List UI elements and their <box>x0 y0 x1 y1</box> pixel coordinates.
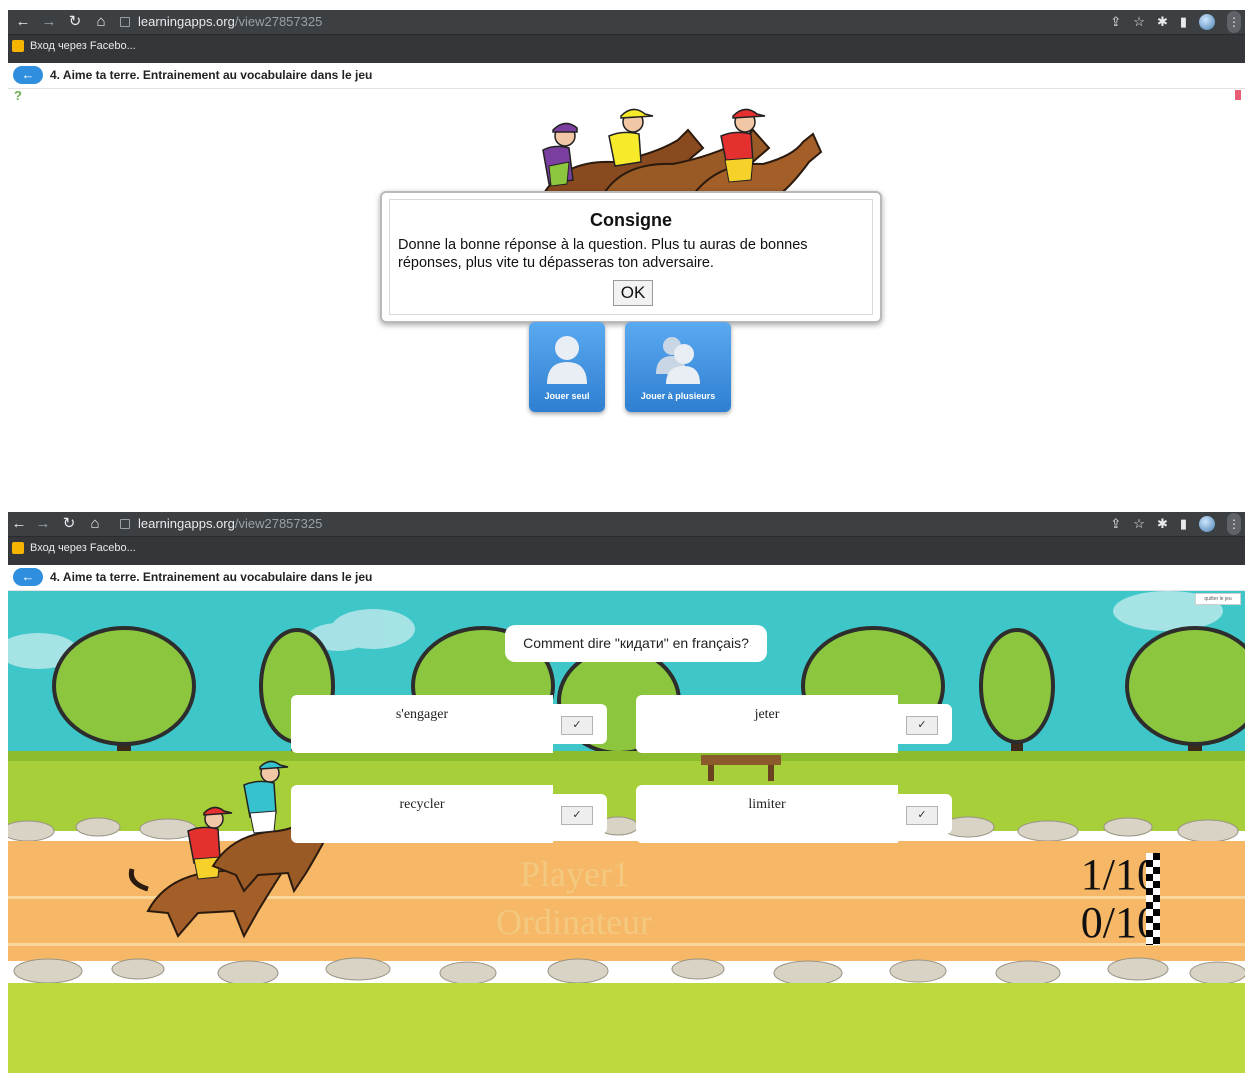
share-icon[interactable]: ⇪ <box>1110 516 1121 532</box>
reload-icon[interactable]: ↻ <box>66 12 84 32</box>
toolbar-icons: ⇪ ☆ ✱ ▮ ⋮ <box>1110 11 1241 33</box>
star-icon[interactable]: ☆ <box>1133 14 1145 30</box>
address-bar[interactable]: learningapps.org/view27857325 <box>120 11 322 33</box>
answer-option-3[interactable]: recycler ✓ <box>291 785 607 843</box>
checkmark-icon[interactable]: ✓ <box>561 716 593 735</box>
dialog-content: Consigne Donne la bonne réponse à la que… <box>389 199 873 315</box>
question-bubble: Comment dire "кидати" en français? <box>505 625 767 662</box>
answer-option-2[interactable]: jeter ✓ <box>636 695 952 753</box>
player-lane-label: Player1 <box>520 854 630 894</box>
play-multi-button[interactable]: Jouer à plusieurs <box>625 322 731 412</box>
start-screenshot: ← → ↻ ⌂ learningapps.org/view27857325 ⇪ … <box>8 10 1245 422</box>
extensions-icon[interactable]: ✱ <box>1157 516 1168 532</box>
help-icon[interactable]: ? <box>14 89 24 102</box>
app-back-button[interactable]: ← <box>13 568 43 586</box>
url-host: learningapps.org <box>138 516 235 531</box>
bookmark-icon <box>12 542 24 554</box>
answer-option-1[interactable]: s'engager ✓ <box>291 695 607 753</box>
answer-card[interactable] <box>291 785 553 843</box>
app-back-button[interactable]: ← <box>13 66 43 84</box>
finish-flag-icon <box>1146 853 1160 945</box>
bookmarks-bar: Вход через Facebo... <box>8 34 1245 63</box>
url-path: /view27857325 <box>234 14 323 29</box>
menu-icon[interactable]: ⋮ <box>1227 11 1241 33</box>
bookmark-icon <box>12 40 24 52</box>
quit-game-button[interactable]: quitter le jeu <box>1195 593 1241 605</box>
answer-check-area: ✓ <box>553 794 607 834</box>
app-titlebar: ← 4. Aime ta terre. Entrainement au voca… <box>8 565 1245 591</box>
reload-icon[interactable]: ↻ <box>60 514 78 534</box>
browser-toolbar: ← → ↻ ⌂ learningapps.org/view27857325 ⇪ … <box>8 10 1245 34</box>
share-icon[interactable]: ⇪ <box>1110 14 1121 30</box>
ok-button[interactable]: OK <box>613 280 653 306</box>
browser-toolbar: ← → ↻ ⌂ learningapps.org/view27857325 ⇪ … <box>8 512 1245 536</box>
answer-check-area: ✓ <box>553 704 607 744</box>
checkmark-icon[interactable]: ✓ <box>906 716 938 735</box>
sidepanel-icon[interactable]: ▮ <box>1180 14 1187 30</box>
profile-avatar[interactable] <box>1199 14 1215 30</box>
answer-text: limiter <box>748 797 786 812</box>
answer-check-area: ✓ <box>898 794 952 834</box>
dialog-title: Consigne <box>589 210 672 230</box>
bookmark-label: Вход через Facebo... <box>30 40 136 52</box>
app-titlebar: ← 4. Aime ta terre. Entrainement au voca… <box>8 63 1245 89</box>
toolbar-icons: ⇪ ☆ ✱ ▮ ⋮ <box>1110 513 1241 535</box>
play-alone-label: Jouer seul <box>544 391 590 401</box>
answer-card[interactable] <box>636 695 898 753</box>
answer-card[interactable] <box>291 695 553 753</box>
page-title: 4. Aime ta terre. Entrainement au vocabu… <box>50 570 373 584</box>
rocks-bottom <box>13 957 1245 986</box>
answer-card[interactable] <box>636 785 898 843</box>
play-multi-label: Jouer à plusieurs <box>640 391 716 401</box>
bookmark-facebook[interactable]: Вход через Facebo... <box>12 542 136 554</box>
checkmark-icon[interactable]: ✓ <box>561 806 593 825</box>
fullscreen-icon[interactable] <box>1235 90 1241 100</box>
profile-avatar[interactable] <box>1199 516 1215 532</box>
page-title: 4. Aime ta terre. Entrainement au vocabu… <box>50 68 373 82</box>
game-screenshot: ← → ↻ ⌂ learningapps.org/view27857325 ⇪ … <box>8 512 1245 1073</box>
address-bar[interactable]: learningapps.org/view27857325 <box>120 513 322 535</box>
extensions-icon[interactable]: ✱ <box>1157 14 1168 30</box>
back-arrow-icon[interactable]: ← <box>14 12 32 32</box>
checkmark-icon[interactable]: ✓ <box>906 806 938 825</box>
sidepanel-icon[interactable]: ▮ <box>1180 516 1187 532</box>
answer-check-area: ✓ <box>898 704 952 744</box>
back-arrow-icon[interactable]: ← <box>10 514 28 534</box>
menu-icon[interactable]: ⋮ <box>1227 513 1241 535</box>
race-scene-background <box>8 591 1245 1073</box>
game-area: quitter le jeu Comment dire "кидати" en … <box>8 591 1245 1073</box>
answer-text: s'engager <box>395 707 449 722</box>
bench-icon <box>701 755 781 765</box>
instructions-dialog: Consigne Donne la bonne réponse à la que… <box>380 191 882 323</box>
single-user-icon <box>547 336 587 384</box>
lock-icon <box>120 518 130 529</box>
bookmark-label: Вход через Facebo... <box>30 542 136 554</box>
home-icon[interactable]: ⌂ <box>92 12 110 32</box>
bookmark-facebook[interactable]: Вход через Facebo... <box>12 40 136 52</box>
answer-text: recycler <box>399 797 445 812</box>
forward-arrow-icon[interactable]: → <box>40 12 58 32</box>
home-icon[interactable]: ⌂ <box>86 514 104 534</box>
star-icon[interactable]: ☆ <box>1133 516 1145 532</box>
play-alone-button[interactable]: Jouer seul <box>529 322 605 412</box>
computer-lane-label: Ordinateur <box>496 902 652 942</box>
lock-icon <box>120 16 130 27</box>
multi-user-icon <box>656 337 700 384</box>
forward-arrow-icon[interactable]: → <box>34 514 52 534</box>
url-host: learningapps.org <box>138 14 235 29</box>
answer-text: jeter <box>754 707 780 722</box>
dialog-text: Donne la bonne réponse à la question. Pl… <box>398 237 808 271</box>
bookmarks-bar: Вход через Facebo... <box>8 536 1245 565</box>
race-horses-illustration <box>541 108 823 196</box>
answer-option-4[interactable]: limiter ✓ <box>636 785 952 843</box>
url-path: /view27857325 <box>234 516 323 531</box>
